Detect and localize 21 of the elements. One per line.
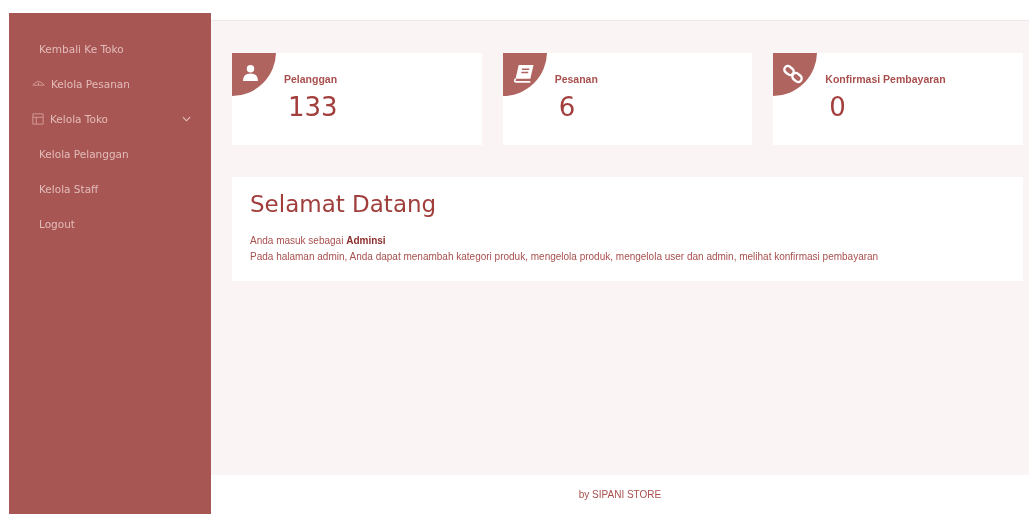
login-info: Anda masuk sebagai Adminsi bbox=[250, 234, 387, 248]
stat-value: 6 bbox=[558, 92, 577, 122]
stat-value: 133 bbox=[288, 92, 338, 122]
stat-label: Pelanggan bbox=[284, 73, 338, 85]
stat-label: Pesanan bbox=[554, 73, 598, 85]
sidebar-item[interactable]: Kelola Toko bbox=[9, 101, 211, 136]
sidebar-item[interactable]: Kelola Staff bbox=[9, 171, 211, 206]
layout-icon bbox=[32, 112, 44, 125]
sidebar-item[interactable]: Logout bbox=[9, 206, 211, 241]
welcome-description: Pada halaman admin, Anda dapat menambah kategori produk, mengelola produk, mengelola user dan admin, melihat konfirmasi pembayaran bbox=[250, 250, 880, 264]
sidebar-item[interactable]: Kelola Pelanggan bbox=[9, 136, 211, 171]
link-icon bbox=[783, 64, 804, 84]
footer-text: by SIPANI STORE bbox=[578, 489, 662, 500]
user-icon bbox=[242, 64, 259, 81]
book-icon bbox=[512, 64, 535, 83]
chevron-icon bbox=[182, 115, 191, 122]
stat-label: Konfirmasi Pembayaran bbox=[825, 73, 946, 85]
welcome-title: Selamat Datang bbox=[250, 191, 438, 217]
sidebar-item[interactable]: Kembali Ke Toko bbox=[9, 31, 211, 66]
stat-value: 0 bbox=[829, 92, 847, 122]
sidebar-item[interactable]: Kelola Pesanan bbox=[9, 66, 211, 101]
